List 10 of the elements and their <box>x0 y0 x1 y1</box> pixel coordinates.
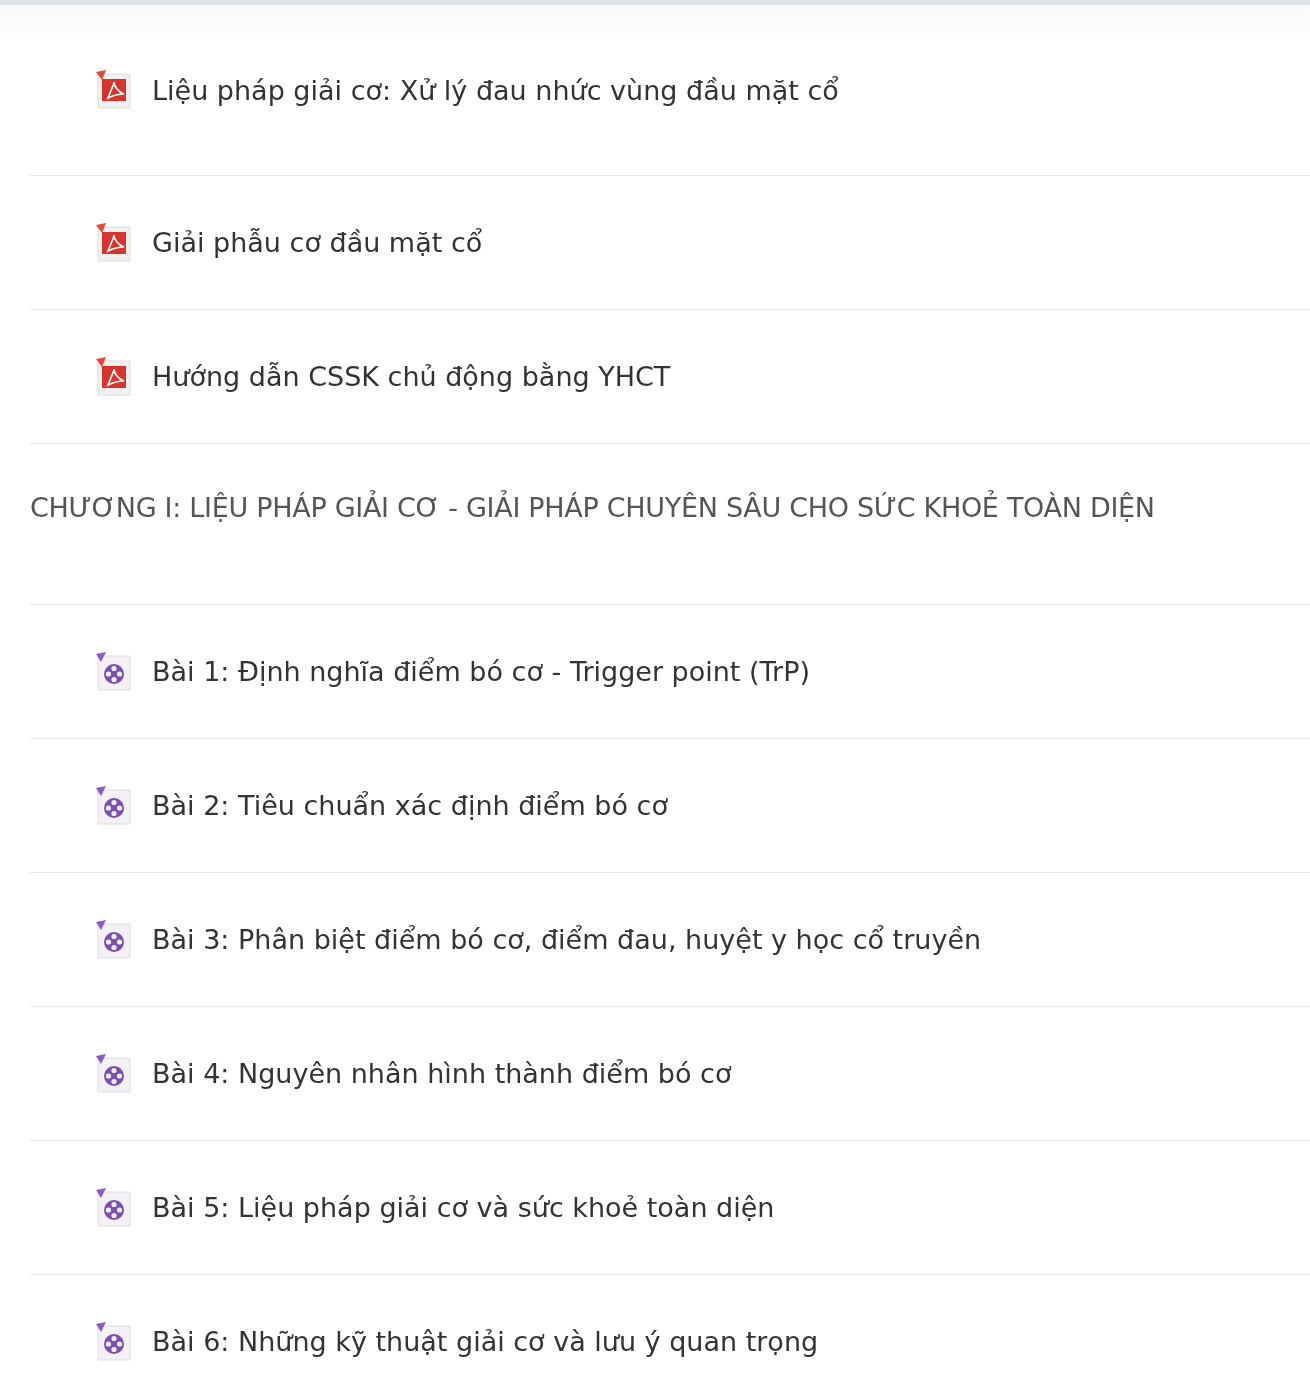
lesson-link[interactable]: Bài 1: Định nghĩa điểm bó cơ - Trigger point (TrP) <box>152 656 810 687</box>
lesson-link[interactable]: Bài 3: Phân biệt điểm bó cơ, điểm đau, huyệt y học cổ truyền <box>152 924 982 955</box>
lesson-link[interactable]: Liệu pháp giải cơ: Xử lý đau nhức vùng đầu mặt cổ <box>152 74 839 106</box>
lesson-link[interactable]: Bài 2: Tiêu chuẩn xác định điểm bó cơ <box>152 790 668 821</box>
lesson-link[interactable]: Giải phẫu cơ đầu mặt cổ <box>152 227 483 258</box>
lesson-link[interactable]: Hướng dẫn CSSK chủ động bằng YHCT <box>152 361 671 392</box>
lesson-link[interactable]: Bài 4: Nguyên nhân hình thành điểm bó cơ <box>152 1058 732 1089</box>
lesson-link[interactable]: Bài 5: Liệu pháp giải cơ và sức khoẻ toàn diện <box>152 1192 775 1223</box>
section-heading: CHƯƠNG I: LIỆU PHÁP GIẢI CƠ - GIẢI PHÁP CHUYÊN SÂU CHO SỨC KHOẺ TOÀN DIỆN <box>30 444 1310 605</box>
lesson-link[interactable]: Bài 6: Những kỹ thuật giải cơ và lưu ý quan trọng <box>152 1326 819 1357</box>
